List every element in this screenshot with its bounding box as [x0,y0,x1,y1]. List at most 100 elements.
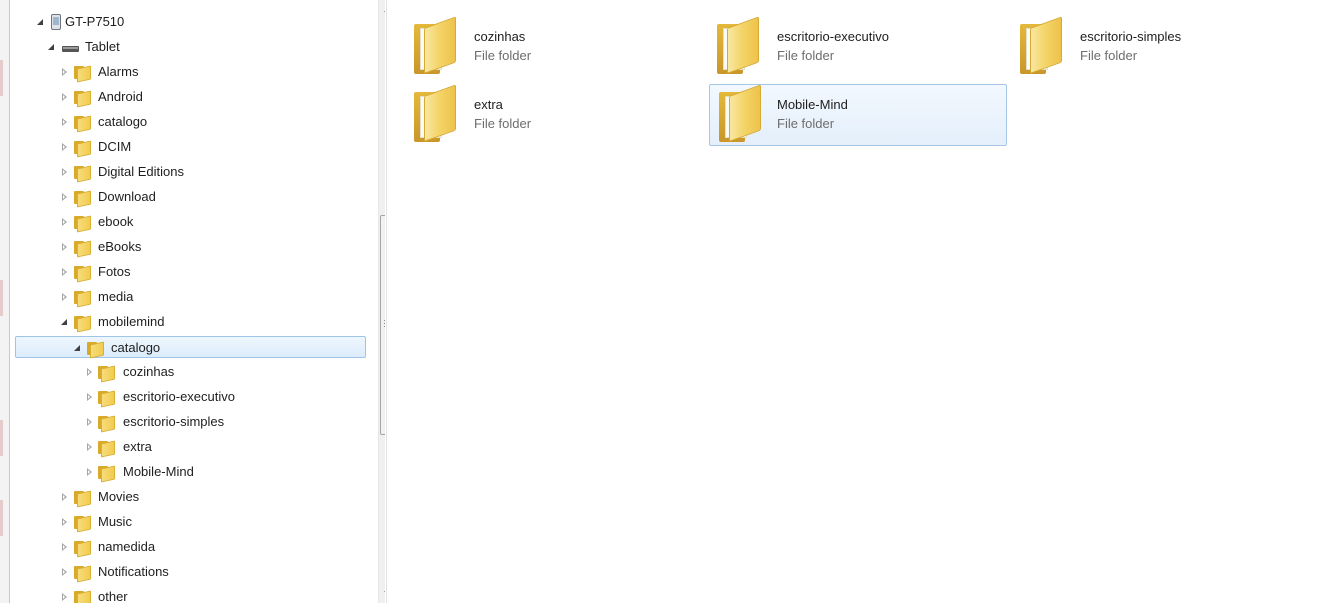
tree-item-label: Fotos [98,264,131,279]
expand-arrow-icon[interactable] [60,211,70,233]
folder-front [77,240,91,258]
tree-item-mobilemind[interactable]: mobilemind [10,311,366,333]
tree-item-label: mobilemind [98,314,165,329]
expand-arrow-icon[interactable] [60,536,70,558]
grip-line [384,326,385,327]
folder-tile[interactable]: escritorio-simples File folder [1015,16,1311,76]
tree-item-folder[interactable]: media [10,286,366,308]
tree-item-subfolder[interactable]: escritorio-simples [10,411,366,433]
folder-name: cozinhas [474,29,526,44]
folder-icon [74,239,91,258]
tree-item-folder[interactable]: other [10,586,366,603]
folder-shape [74,540,91,558]
collapse-arrow-icon[interactable] [60,311,70,333]
collapse-arrow-icon[interactable] [47,36,57,58]
folder-shape [74,140,91,158]
tree-item-subfolder[interactable]: Mobile-Mind [10,461,366,483]
folder-front [77,165,91,183]
folder-type: File folder [474,48,532,63]
folder-shape [98,440,115,458]
folder-front [77,90,91,108]
folder-front [77,65,91,83]
folder-name: escritorio-simples [1080,29,1182,44]
expand-arrow-icon[interactable] [60,236,70,258]
expand-arrow-icon[interactable] [60,61,70,83]
folder-shape [74,265,91,283]
folder-tile[interactable]: escritorio-executivo File folder [712,16,1008,76]
tree-item-folder[interactable]: Music [10,511,366,533]
folder-shape [74,290,91,308]
folder-icon [87,340,104,359]
tree-item-folder[interactable]: DCIM [10,136,366,158]
expand-arrow-icon[interactable] [60,111,70,133]
expand-arrow-icon[interactable] [60,561,70,583]
scroll-down-arrow-icon[interactable] [379,586,385,603]
folder-type: File folder [1080,48,1138,63]
tree-item-device[interactable]: GT-P7510 [10,11,366,33]
expand-arrow-icon[interactable] [60,486,70,508]
tree-item-subfolder[interactable]: escritorio-executivo [10,386,366,408]
folder-icon [74,514,91,533]
expand-arrow-icon[interactable] [85,436,95,458]
tree-item-folder[interactable]: Android [10,86,366,108]
content-pane[interactable]: cozinhas File folder escritorio-executivo F… [387,0,1343,603]
expand-arrow-icon[interactable] [85,461,95,483]
expand-arrow-icon[interactable] [60,86,70,108]
folder-type: File folder [777,48,835,63]
scroll-thumb[interactable] [380,215,385,435]
expand-arrow-icon[interactable] [60,186,70,208]
folder-tile[interactable]: cozinhas File folder [409,16,705,76]
folder-icon [74,539,91,558]
tree-item-label: cozinhas [123,364,175,379]
expand-arrow-icon[interactable] [60,586,70,603]
tree-item-folder[interactable]: eBooks [10,236,366,258]
folder-icon [74,114,91,133]
grip-line [384,320,385,321]
border-mark [0,60,3,96]
folder-front [101,415,115,433]
folder-front [77,515,91,533]
folder-tile[interactable]: extra File folder [409,84,705,144]
phone-icon [48,14,65,30]
expand-arrow-icon[interactable] [60,161,70,183]
expand-arrow-icon[interactable] [60,286,70,308]
expand-arrow-icon[interactable] [85,386,95,408]
folder-shape [74,315,91,333]
folder-icon [98,439,115,458]
tree-item-label: Notifications [98,564,169,579]
folder-icon [74,589,91,603]
folder-shape [98,390,115,408]
expand-arrow-icon[interactable] [60,261,70,283]
tree-item-folder[interactable]: catalogo [10,111,366,133]
tree-item-folder[interactable]: Notifications [10,561,366,583]
collapse-arrow-icon[interactable] [73,337,83,359]
expand-arrow-icon[interactable] [85,411,95,433]
navigation-pane[interactable]: GT-P7510 Tablet Alarms Android catalogo DCIM D… [10,0,385,603]
tree-item-folder[interactable]: Digital Editions [10,161,366,183]
tree-item-folder[interactable]: Fotos [10,261,366,283]
tree-item-label: GT-P7510 [65,14,125,29]
collapse-arrow-icon[interactable] [36,11,46,33]
tree-item-catalogo[interactable]: catalogo [15,336,366,359]
folder-shape [74,490,91,508]
folder-icon [74,189,91,208]
expand-arrow-icon[interactable] [85,361,95,383]
tree-item-folder[interactable]: namedida [10,536,366,558]
tree-item-label: Mobile-Mind [123,464,194,479]
expand-arrow-icon[interactable] [60,511,70,533]
tree-item-subfolder[interactable]: cozinhas [10,361,366,383]
folder-icon [414,16,458,75]
tree-item-label: catalogo [98,114,148,129]
expand-arrow-icon[interactable] [60,136,70,158]
tree-item-folder[interactable]: Alarms [10,61,366,83]
tree-item-subfolder[interactable]: extra [10,436,366,458]
folder-shape [74,565,91,583]
tree-item-storage[interactable]: Tablet [10,36,366,58]
tree-item-folder[interactable]: ebook [10,211,366,233]
nav-scrollbar[interactable] [378,0,385,603]
folder-tile[interactable]: Mobile-Mind File folder [709,84,1007,146]
scroll-up-arrow-icon[interactable] [379,0,385,17]
tree-item-folder[interactable]: Movies [10,486,366,508]
tree-item-label: ebook [98,214,134,229]
tree-item-folder[interactable]: Download [10,186,366,208]
